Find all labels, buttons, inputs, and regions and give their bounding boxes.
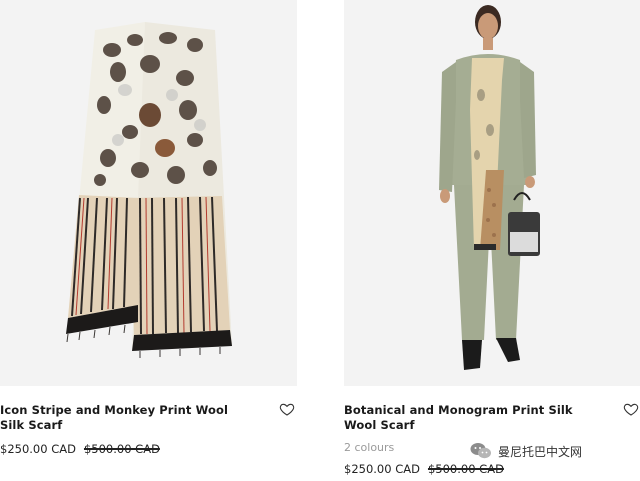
- price-row: $250.00 CAD $500.00 CAD: [0, 442, 160, 456]
- price-row: $250.00 CAD $500.00 CAD: [344, 462, 504, 476]
- product-title[interactable]: Botanical and Monogram Print Silk Wool S…: [344, 403, 576, 433]
- watermark: 曼尼托巴中文网: [470, 442, 582, 460]
- product-image-model[interactable]: [344, 0, 640, 386]
- scarf-illustration: [66, 22, 232, 358]
- wechat-icon: [470, 443, 491, 459]
- original-price: $500.00 CAD: [427, 462, 504, 476]
- watermark-text: 曼尼托巴中文网: [498, 444, 583, 459]
- colour-count[interactable]: 2 colours: [344, 441, 394, 454]
- heart-icon[interactable]: [623, 401, 639, 417]
- heart-icon[interactable]: [279, 401, 295, 417]
- sale-price: $250.00 CAD: [344, 462, 420, 476]
- model-illustration: [439, 5, 540, 370]
- product-title[interactable]: Icon Stripe and Monkey Print Wool Silk S…: [0, 403, 232, 433]
- original-price: $500.00 CAD: [83, 442, 160, 456]
- sale-price: $250.00 CAD: [0, 442, 76, 456]
- product-image-scarf[interactable]: [0, 0, 297, 386]
